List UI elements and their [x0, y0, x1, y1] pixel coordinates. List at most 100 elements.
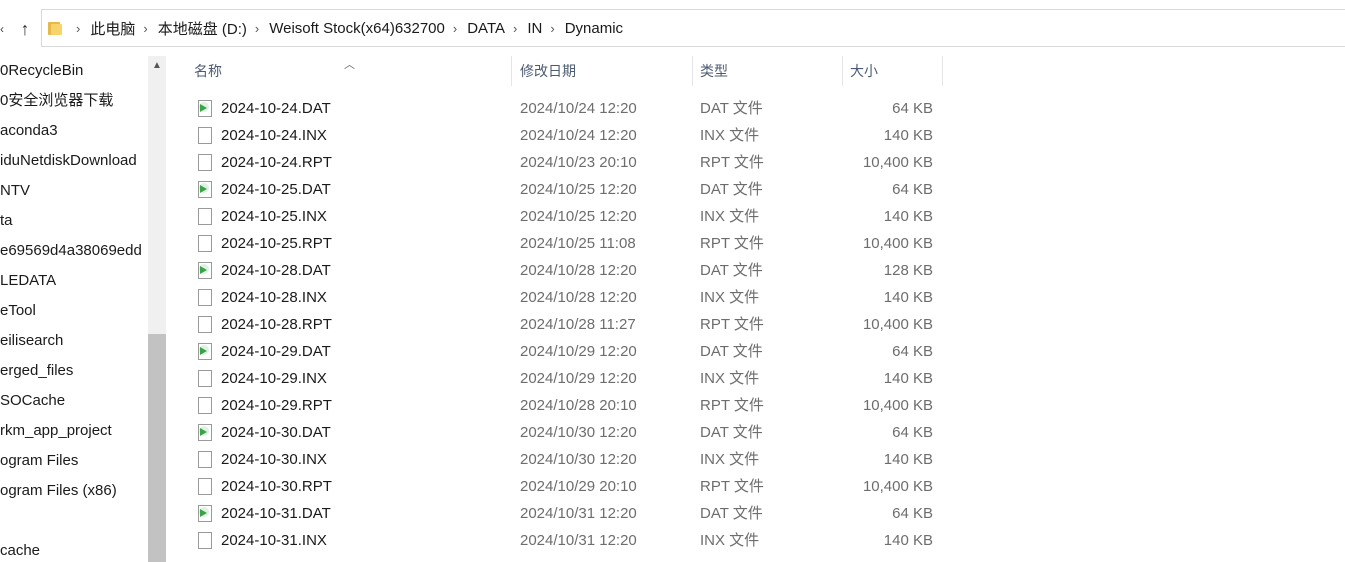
nav-folder-item[interactable]: rkm_app_project [0, 416, 148, 446]
file-modified-date: 2024/10/29 12:20 [520, 370, 637, 387]
nav-scrollbar-thumb[interactable] [148, 334, 166, 562]
file-type: DAT 文件 [700, 343, 763, 360]
file-name: 2024-10-24.RPT [221, 154, 332, 171]
file-row[interactable]: 2024-10-29.DAT 2024/10/29 12:20 DAT 文件 64 K… [168, 338, 948, 365]
nav-folder-item[interactable]: LEDATA [0, 266, 148, 296]
nav-folder-label: aconda3 [0, 122, 58, 139]
nav-folder-label: erged_files [0, 362, 74, 379]
address-bar[interactable]: › 此电脑 › 本地磁盘 (D:) › Weisoft Stock(x64)632700 ›… [41, 9, 1345, 47]
nav-folder-item[interactable]: e69569d4a38069edd [0, 236, 148, 266]
nav-folder-label: ogram Files [0, 452, 79, 469]
file-row[interactable]: 2024-10-25.INX 2024/10/25 12:20 INX 文件 140 … [168, 203, 948, 230]
dat-media-icon [198, 262, 212, 279]
file-row[interactable]: 2024-10-31.DAT 2024/10/31 12:20 DAT 文件 64 K… [168, 500, 948, 527]
file-row[interactable]: 2024-10-28.DAT 2024/10/28 12:20 DAT 文件 128 … [168, 257, 948, 284]
blank-file-icon [198, 451, 212, 468]
file-row[interactable]: 2024-10-28.RPT 2024/10/28 11:27 RPT 文件 10,4… [168, 311, 948, 338]
sort-ascending-icon: ︿ [344, 59, 355, 71]
chevron-right-icon[interactable]: › [135, 21, 157, 36]
blank-file-icon [198, 154, 212, 171]
nav-folder-label: eTool [0, 302, 36, 319]
file-type: INX 文件 [700, 532, 760, 549]
column-divider[interactable] [942, 56, 943, 86]
file-size: 10,400 KB [862, 397, 933, 414]
nav-folder-label: 0RecycleBin [0, 62, 84, 79]
file-row[interactable]: 2024-10-31.INX 2024/10/31 12:20 INX 文件 140 … [168, 527, 948, 554]
file-size: 140 KB [883, 127, 933, 144]
nav-folder-item[interactable]: cache [0, 536, 148, 562]
nav-folder-label: SOCache [0, 392, 66, 409]
file-list: 名称 ︿ 修改日期 类型 大小 2024-10-24.DAT 2024/10/24… [168, 56, 1345, 562]
file-row[interactable]: 2024-10-30.DAT 2024/10/30 12:20 DAT 文件 64 K… [168, 419, 948, 446]
column-header-date[interactable]: 修改日期 [512, 56, 692, 86]
nav-folder-item[interactable]: iduNetdiskDownload [0, 146, 148, 176]
file-size: 64 KB [892, 100, 933, 117]
file-modified-date: 2024/10/31 12:20 [520, 532, 637, 549]
back-arrow-icon[interactable]: ‹ [0, 22, 8, 36]
chevron-right-icon[interactable]: › [68, 21, 90, 36]
nav-folder-item[interactable]: ogram Files [0, 446, 148, 476]
file-modified-date: 2024/10/28 12:20 [520, 262, 637, 279]
file-modified-date: 2024/10/30 12:20 [520, 451, 637, 468]
blank-file-icon [198, 127, 212, 144]
file-size: 140 KB [883, 208, 933, 225]
file-row[interactable]: 2024-10-29.INX 2024/10/29 12:20 INX 文件 140 … [168, 365, 948, 392]
chevron-right-icon[interactable]: › [445, 21, 467, 36]
nav-folder-label: cache [0, 542, 41, 559]
scroll-up-icon[interactable]: ▲ [148, 56, 166, 76]
file-name: 2024-10-30.RPT [221, 478, 332, 495]
nav-folder-item[interactable]: aconda3 [0, 116, 148, 146]
file-row[interactable]: 2024-10-25.RPT 2024/10/25 11:08 RPT 文件 10,4… [168, 230, 948, 257]
file-type: DAT 文件 [700, 424, 763, 441]
file-row[interactable]: 2024-10-24.DAT 2024/10/24 12:20 DAT 文件 64 K… [168, 95, 948, 122]
breadcrumb-item[interactable]: DATA [467, 20, 505, 37]
nav-folder-item[interactable]: eilisearch [0, 326, 148, 356]
file-type: DAT 文件 [700, 181, 763, 198]
file-size: 64 KB [892, 424, 933, 441]
nav-folder-item[interactable]: 0RecycleBin [0, 56, 148, 86]
breadcrumb-item[interactable]: Dynamic [565, 20, 623, 37]
nav-folder-item[interactable]: NTV [0, 176, 148, 206]
dat-media-icon [198, 505, 212, 522]
chevron-right-icon[interactable]: › [505, 21, 527, 36]
file-row[interactable]: 2024-10-24.INX 2024/10/24 12:20 INX 文件 140 … [168, 122, 948, 149]
chevron-right-icon[interactable]: › [247, 21, 269, 36]
file-row[interactable]: 2024-10-29.RPT 2024/10/28 20:10 RPT 文件 10,4… [168, 392, 948, 419]
nav-folder-item[interactable]: ta [0, 206, 148, 236]
file-row[interactable]: 2024-10-25.DAT 2024/10/25 12:20 DAT 文件 64 K… [168, 176, 948, 203]
column-header-type[interactable]: 类型 [692, 56, 842, 86]
breadcrumb-item[interactable]: 此电脑 [90, 18, 135, 39]
up-arrow-icon[interactable]: ↑ [14, 16, 36, 42]
file-type: RPT 文件 [700, 478, 764, 495]
breadcrumb-item[interactable]: Weisoft Stock(x64)632700 [269, 20, 445, 37]
chevron-right-icon[interactable]: › [542, 21, 564, 36]
file-modified-date: 2024/10/24 12:20 [520, 100, 637, 117]
nav-folder-item[interactable]: eTool [0, 296, 148, 326]
nav-folder-item[interactable] [0, 506, 148, 536]
file-row[interactable]: 2024-10-30.INX 2024/10/30 12:20 INX 文件 140 … [168, 446, 948, 473]
file-row[interactable]: 2024-10-24.RPT 2024/10/23 20:10 RPT 文件 10,4… [168, 149, 948, 176]
breadcrumb-item[interactable]: 本地磁盘 (D:) [158, 18, 247, 39]
file-size: 64 KB [892, 343, 933, 360]
column-header-size[interactable]: 大小 [842, 56, 942, 86]
file-modified-date: 2024/10/23 20:10 [520, 154, 637, 171]
file-name: 2024-10-24.DAT [221, 100, 331, 117]
file-row[interactable]: 2024-10-28.INX 2024/10/28 12:20 INX 文件 140 … [168, 284, 948, 311]
file-modified-date: 2024/10/25 12:20 [520, 208, 637, 225]
nav-folder-item[interactable]: SOCache [0, 386, 148, 416]
blank-file-icon [198, 397, 212, 414]
nav-folder-label: NTV [0, 182, 30, 199]
file-name: 2024-10-25.RPT [221, 235, 332, 252]
nav-folder-label: ogram Files (x86) [0, 482, 117, 499]
file-type: DAT 文件 [700, 505, 763, 522]
nav-folder-item[interactable]: 0安全浏览器下载 [0, 86, 148, 116]
breadcrumb-item[interactable]: IN [527, 20, 542, 37]
file-type: INX 文件 [700, 370, 760, 387]
nav-folder-item[interactable]: ogram Files (x86) [0, 476, 148, 506]
nav-folder-item[interactable]: erged_files [0, 356, 148, 386]
file-modified-date: 2024/10/31 12:20 [520, 505, 637, 522]
file-row[interactable]: 2024-10-30.RPT 2024/10/29 20:10 RPT 文件 10,4… [168, 473, 948, 500]
dat-media-icon [198, 424, 212, 441]
file-size: 128 KB [883, 262, 933, 279]
nav-folder-label: eilisearch [0, 332, 64, 349]
